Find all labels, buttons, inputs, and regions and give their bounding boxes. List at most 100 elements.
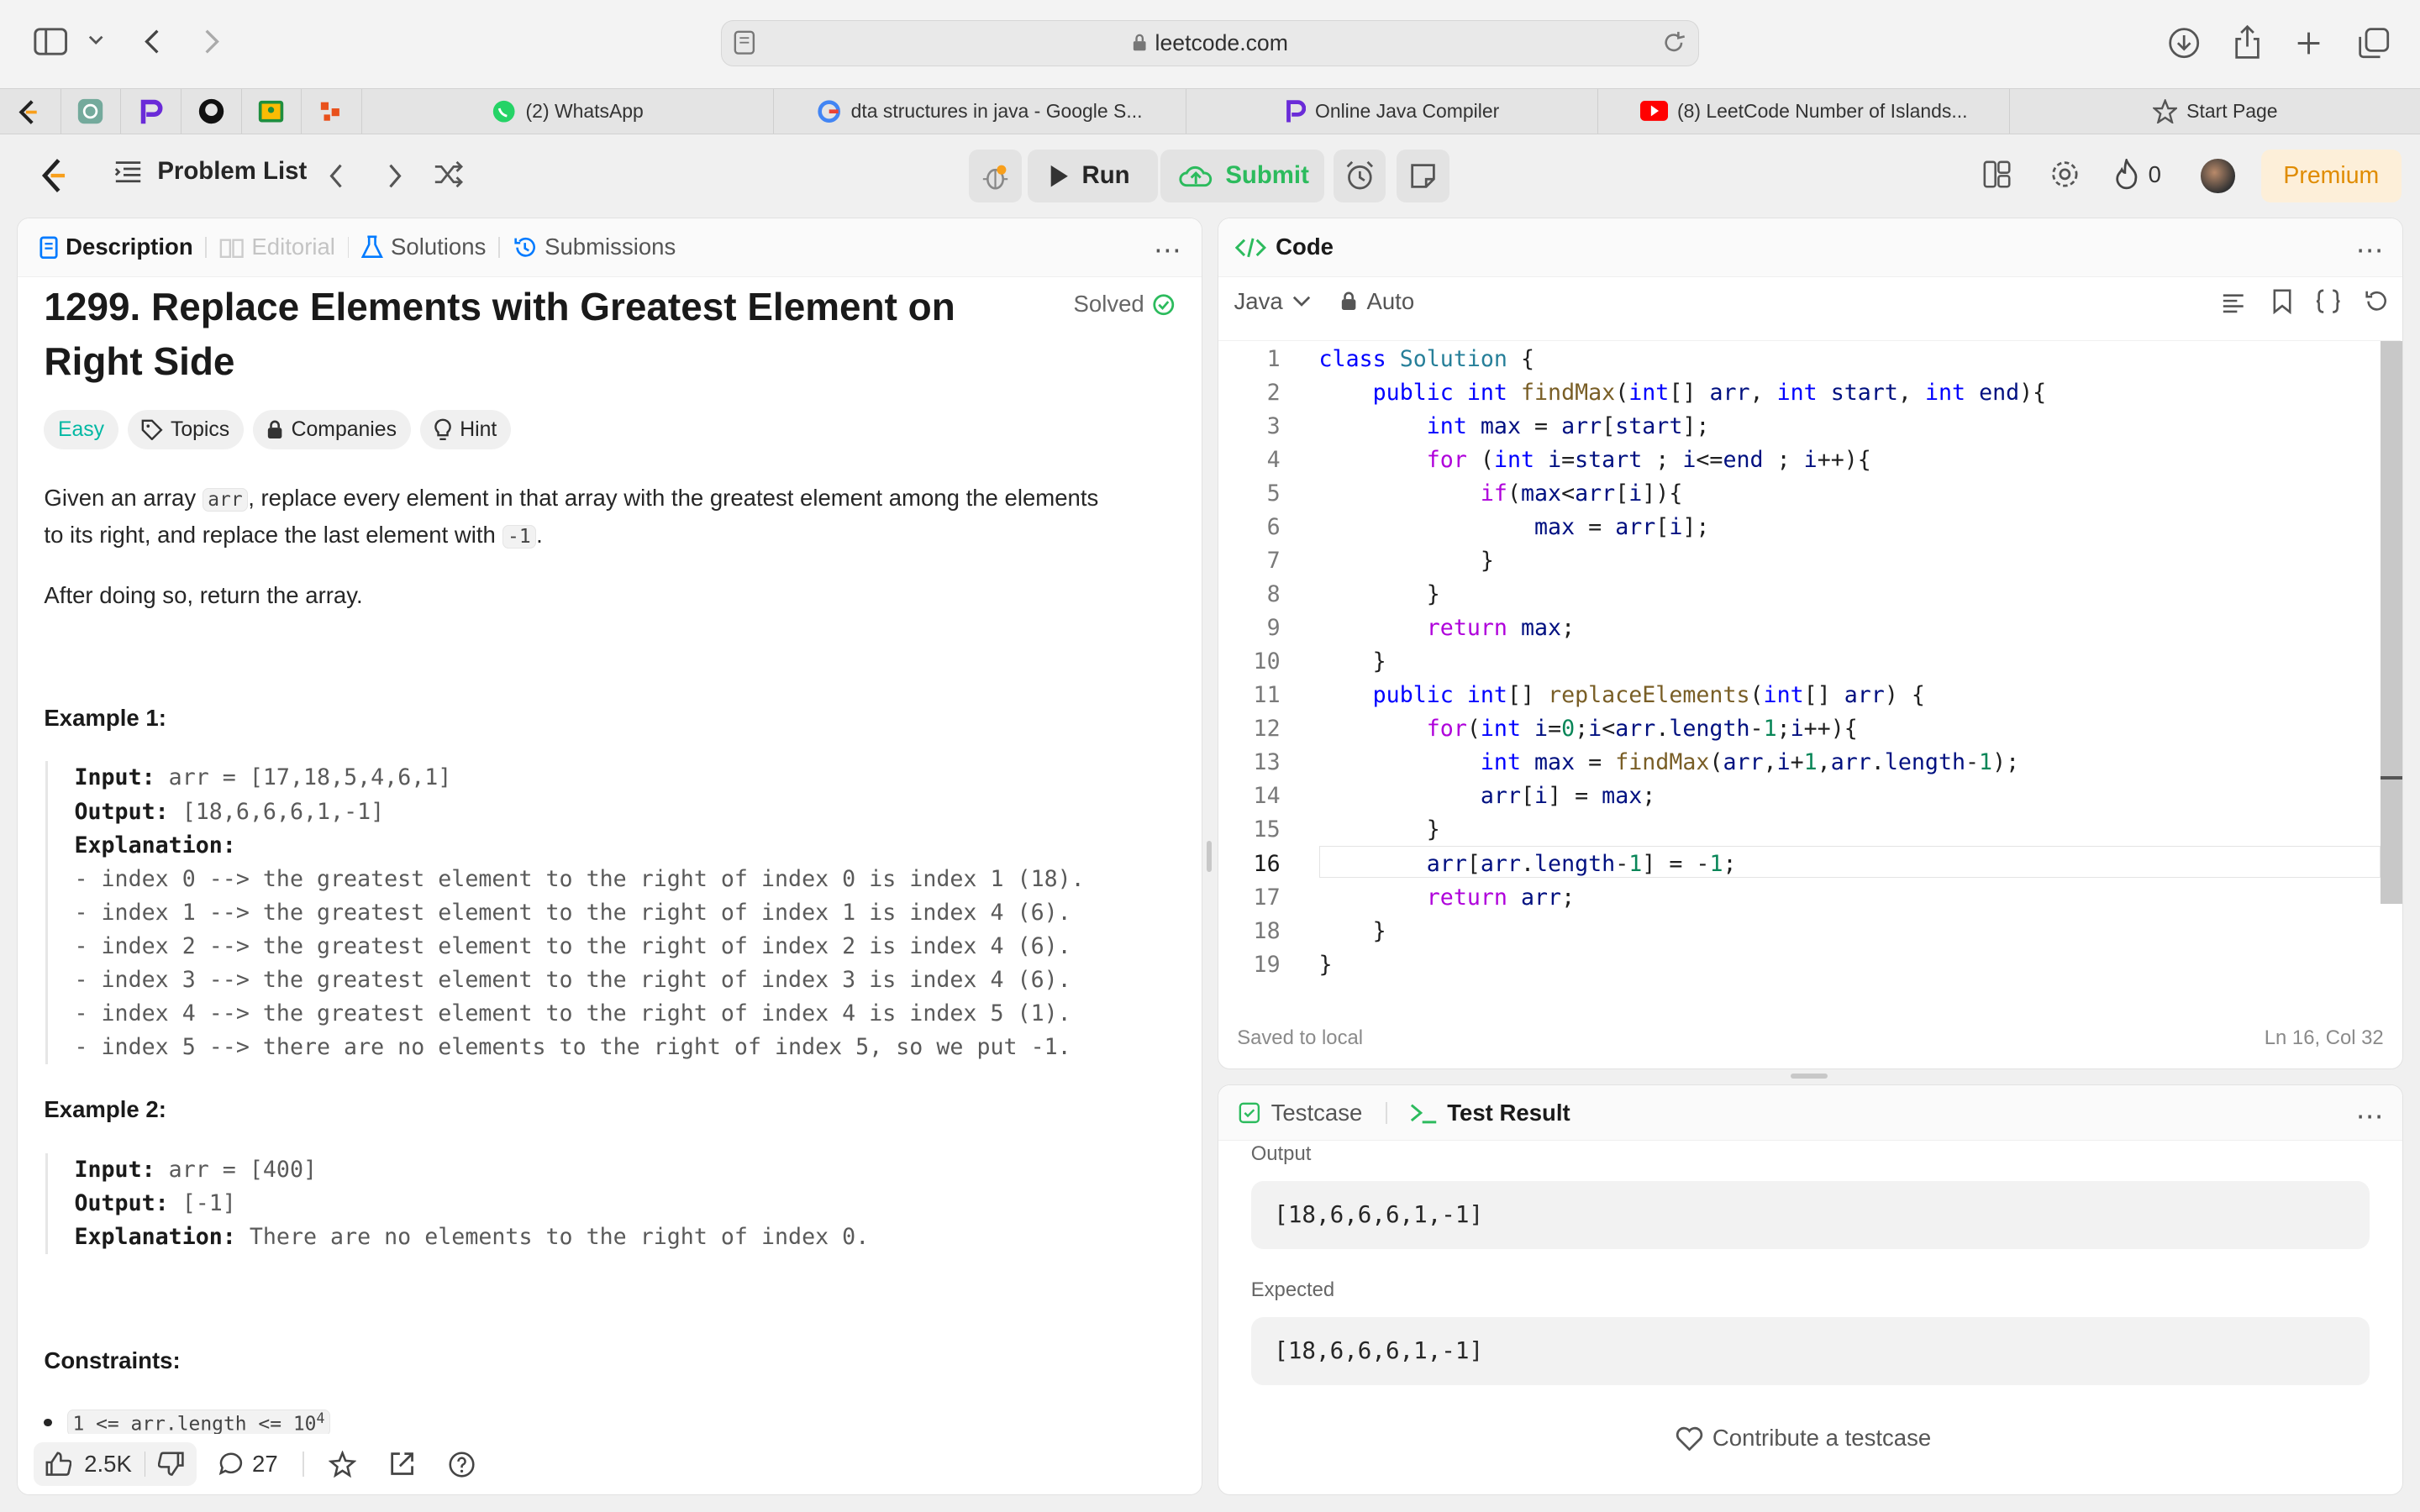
tab-label: Test Result xyxy=(1447,1099,1570,1126)
new-tab-icon[interactable] xyxy=(2295,29,2323,57)
share-icon[interactable] xyxy=(2233,24,2261,60)
tab-whatsapp[interactable]: (2) WhatsApp xyxy=(360,88,773,134)
reload-icon[interactable] xyxy=(1663,30,1686,55)
bookmark-icon[interactable] xyxy=(2273,289,2291,314)
help-icon[interactable] xyxy=(448,1451,476,1478)
pinned-tab-classroom[interactable] xyxy=(240,88,302,134)
auto-mode-toggle[interactable]: Auto xyxy=(1340,288,1414,315)
code-editor[interactable]: 1 2 3 4 5 6 7 8 9 10 11 12 13 14 15 16 1… xyxy=(1218,340,2402,988)
chevron-down-icon[interactable] xyxy=(88,34,103,46)
curly-braces-icon[interactable] xyxy=(2316,289,2340,314)
leetcode-logo-icon[interactable] xyxy=(37,157,68,194)
explanation-line: - index 1 --> the greatest element to th… xyxy=(74,899,1071,926)
tab-google-search[interactable]: dta structures in java - Google S... xyxy=(773,88,1185,134)
favorite-star-icon[interactable] xyxy=(329,1450,357,1478)
code-line: public int findMax(int[] arr, int start,… xyxy=(1372,379,2047,406)
contribute-testcase-button[interactable]: Contribute a testcase xyxy=(1676,1425,1931,1452)
tab-solutions[interactable]: Solutions xyxy=(361,234,486,260)
comments-button[interactable]: 27 xyxy=(218,1451,278,1478)
address-bar[interactable]: leetcode.com xyxy=(720,19,1700,66)
panel-resize-handle[interactable] xyxy=(1207,841,1212,872)
thumbs-down-icon[interactable] xyxy=(158,1452,184,1477)
run-button[interactable]: Run xyxy=(1028,150,1158,202)
more-options-icon[interactable]: ⋯ xyxy=(1154,234,1183,267)
title-line: 1299. Replace Elements with Greatest Ele… xyxy=(44,285,955,329)
companies-chip[interactable]: Companies xyxy=(252,409,411,450)
tab-submissions[interactable]: Submissions xyxy=(513,234,676,260)
streak-counter[interactable]: 0 xyxy=(2114,159,2161,190)
tab-youtube[interactable]: (8) LeetCode Number of Islands... xyxy=(1597,88,2009,134)
avatar[interactable] xyxy=(2201,159,2235,193)
url-text: leetcode.com xyxy=(1155,29,1288,55)
tab-test-result[interactable]: Test Result xyxy=(1410,1100,1570,1126)
downloads-icon[interactable] xyxy=(2167,26,2201,60)
code-line: if(max<arr[i]){ xyxy=(1480,480,1683,507)
pinned-tab-chatgpt[interactable] xyxy=(60,88,121,134)
more-options-icon[interactable]: ⋯ xyxy=(2356,1100,2384,1133)
hint-chip[interactable]: Hint xyxy=(419,409,511,450)
divider xyxy=(1385,1101,1387,1124)
bug-icon xyxy=(981,162,1009,190)
sidebar-toggle-icon[interactable] xyxy=(34,28,68,55)
tab-label: dta structures in java - Google S... xyxy=(850,99,1143,122)
tab-editorial[interactable]: Editorial xyxy=(219,234,335,260)
reset-icon[interactable] xyxy=(2364,289,2388,313)
language-select[interactable]: Java xyxy=(1234,288,1311,315)
format-lines-icon[interactable] xyxy=(2222,292,2245,314)
prev-problem-icon[interactable] xyxy=(327,162,345,190)
share-external-icon[interactable] xyxy=(389,1451,415,1477)
vertical-resize-handle[interactable] xyxy=(1790,1074,1828,1079)
pinned-tab-github[interactable] xyxy=(180,88,241,134)
lock-icon xyxy=(1132,34,1147,52)
debug-button[interactable] xyxy=(969,150,1022,202)
chip-label: Hint xyxy=(460,417,497,441)
tab-label: (8) LeetCode Number of Islands... xyxy=(1676,99,1968,122)
app-icon xyxy=(319,99,344,123)
back-icon[interactable] xyxy=(142,28,160,55)
shuffle-icon[interactable] xyxy=(434,160,465,188)
input-value: arr = [17,18,5,4,6,1] xyxy=(155,764,452,791)
divider xyxy=(347,236,350,259)
chip-label: Topics xyxy=(170,417,230,441)
leetcode-tab-icon[interactable] xyxy=(15,98,39,126)
tab-testcase[interactable]: Testcase xyxy=(1239,1100,1362,1126)
problem-list-label: Problem List xyxy=(157,157,308,186)
problem-list-button[interactable]: Problem List xyxy=(114,157,307,186)
forward-icon[interactable] xyxy=(203,28,222,55)
notes-button[interactable] xyxy=(1397,150,1449,202)
next-problem-icon[interactable] xyxy=(386,162,404,190)
page-icon xyxy=(734,30,755,55)
constraint-code: 1 <= arr.length <= 104 xyxy=(66,1409,330,1436)
tag-chips: Easy Topics Companies Hint xyxy=(44,409,511,450)
code-tab-bar: Code ⋯ xyxy=(1218,218,2402,277)
tab-start-page[interactable]: Start Page xyxy=(2009,88,2420,134)
timer-button[interactable] xyxy=(1333,150,1386,202)
youtube-icon xyxy=(1639,101,1668,122)
example-2-heading: Example 2: xyxy=(44,1096,166,1123)
output-label: Output xyxy=(1250,1142,1312,1166)
premium-button[interactable]: Premium xyxy=(2260,150,2402,202)
tab-label: Submissions xyxy=(544,234,676,260)
topics-chip[interactable]: Topics xyxy=(127,409,244,450)
tab-online-java-compiler[interactable]: Online Java Compiler xyxy=(1185,88,1597,134)
pinned-tab-app[interactable] xyxy=(301,88,361,134)
more-options-icon[interactable]: ⋯ xyxy=(2356,234,2384,267)
tab-description[interactable]: Description xyxy=(39,234,193,260)
status-text: Solved xyxy=(1073,291,1144,318)
submit-button[interactable]: Submit xyxy=(1160,150,1324,202)
google-icon xyxy=(817,99,841,123)
like-button[interactable]: 2.5K xyxy=(33,1442,197,1486)
tab-bar: (2) WhatsApp dta structures in java - Go… xyxy=(0,87,2420,134)
tab-overview-icon[interactable] xyxy=(2357,26,2391,60)
editor-scrollbar[interactable] xyxy=(2381,341,2402,905)
difficulty-badge: Easy xyxy=(44,409,118,450)
tab-label: (2) WhatsApp xyxy=(525,99,644,122)
pinned-tab-programiz[interactable] xyxy=(120,88,181,134)
code-line: arr[arr.length-1] = -1; xyxy=(1426,850,1737,877)
comment-count: 27 xyxy=(252,1451,278,1478)
settings-gear-icon[interactable] xyxy=(2049,159,2081,190)
layout-icon[interactable] xyxy=(1983,160,2011,188)
code-line: int max = findMax(arr,i+1,arr.length-1); xyxy=(1480,749,2020,776)
tab-label: Solutions xyxy=(391,234,487,260)
tab-label: Online Java Compiler xyxy=(1314,99,1500,122)
